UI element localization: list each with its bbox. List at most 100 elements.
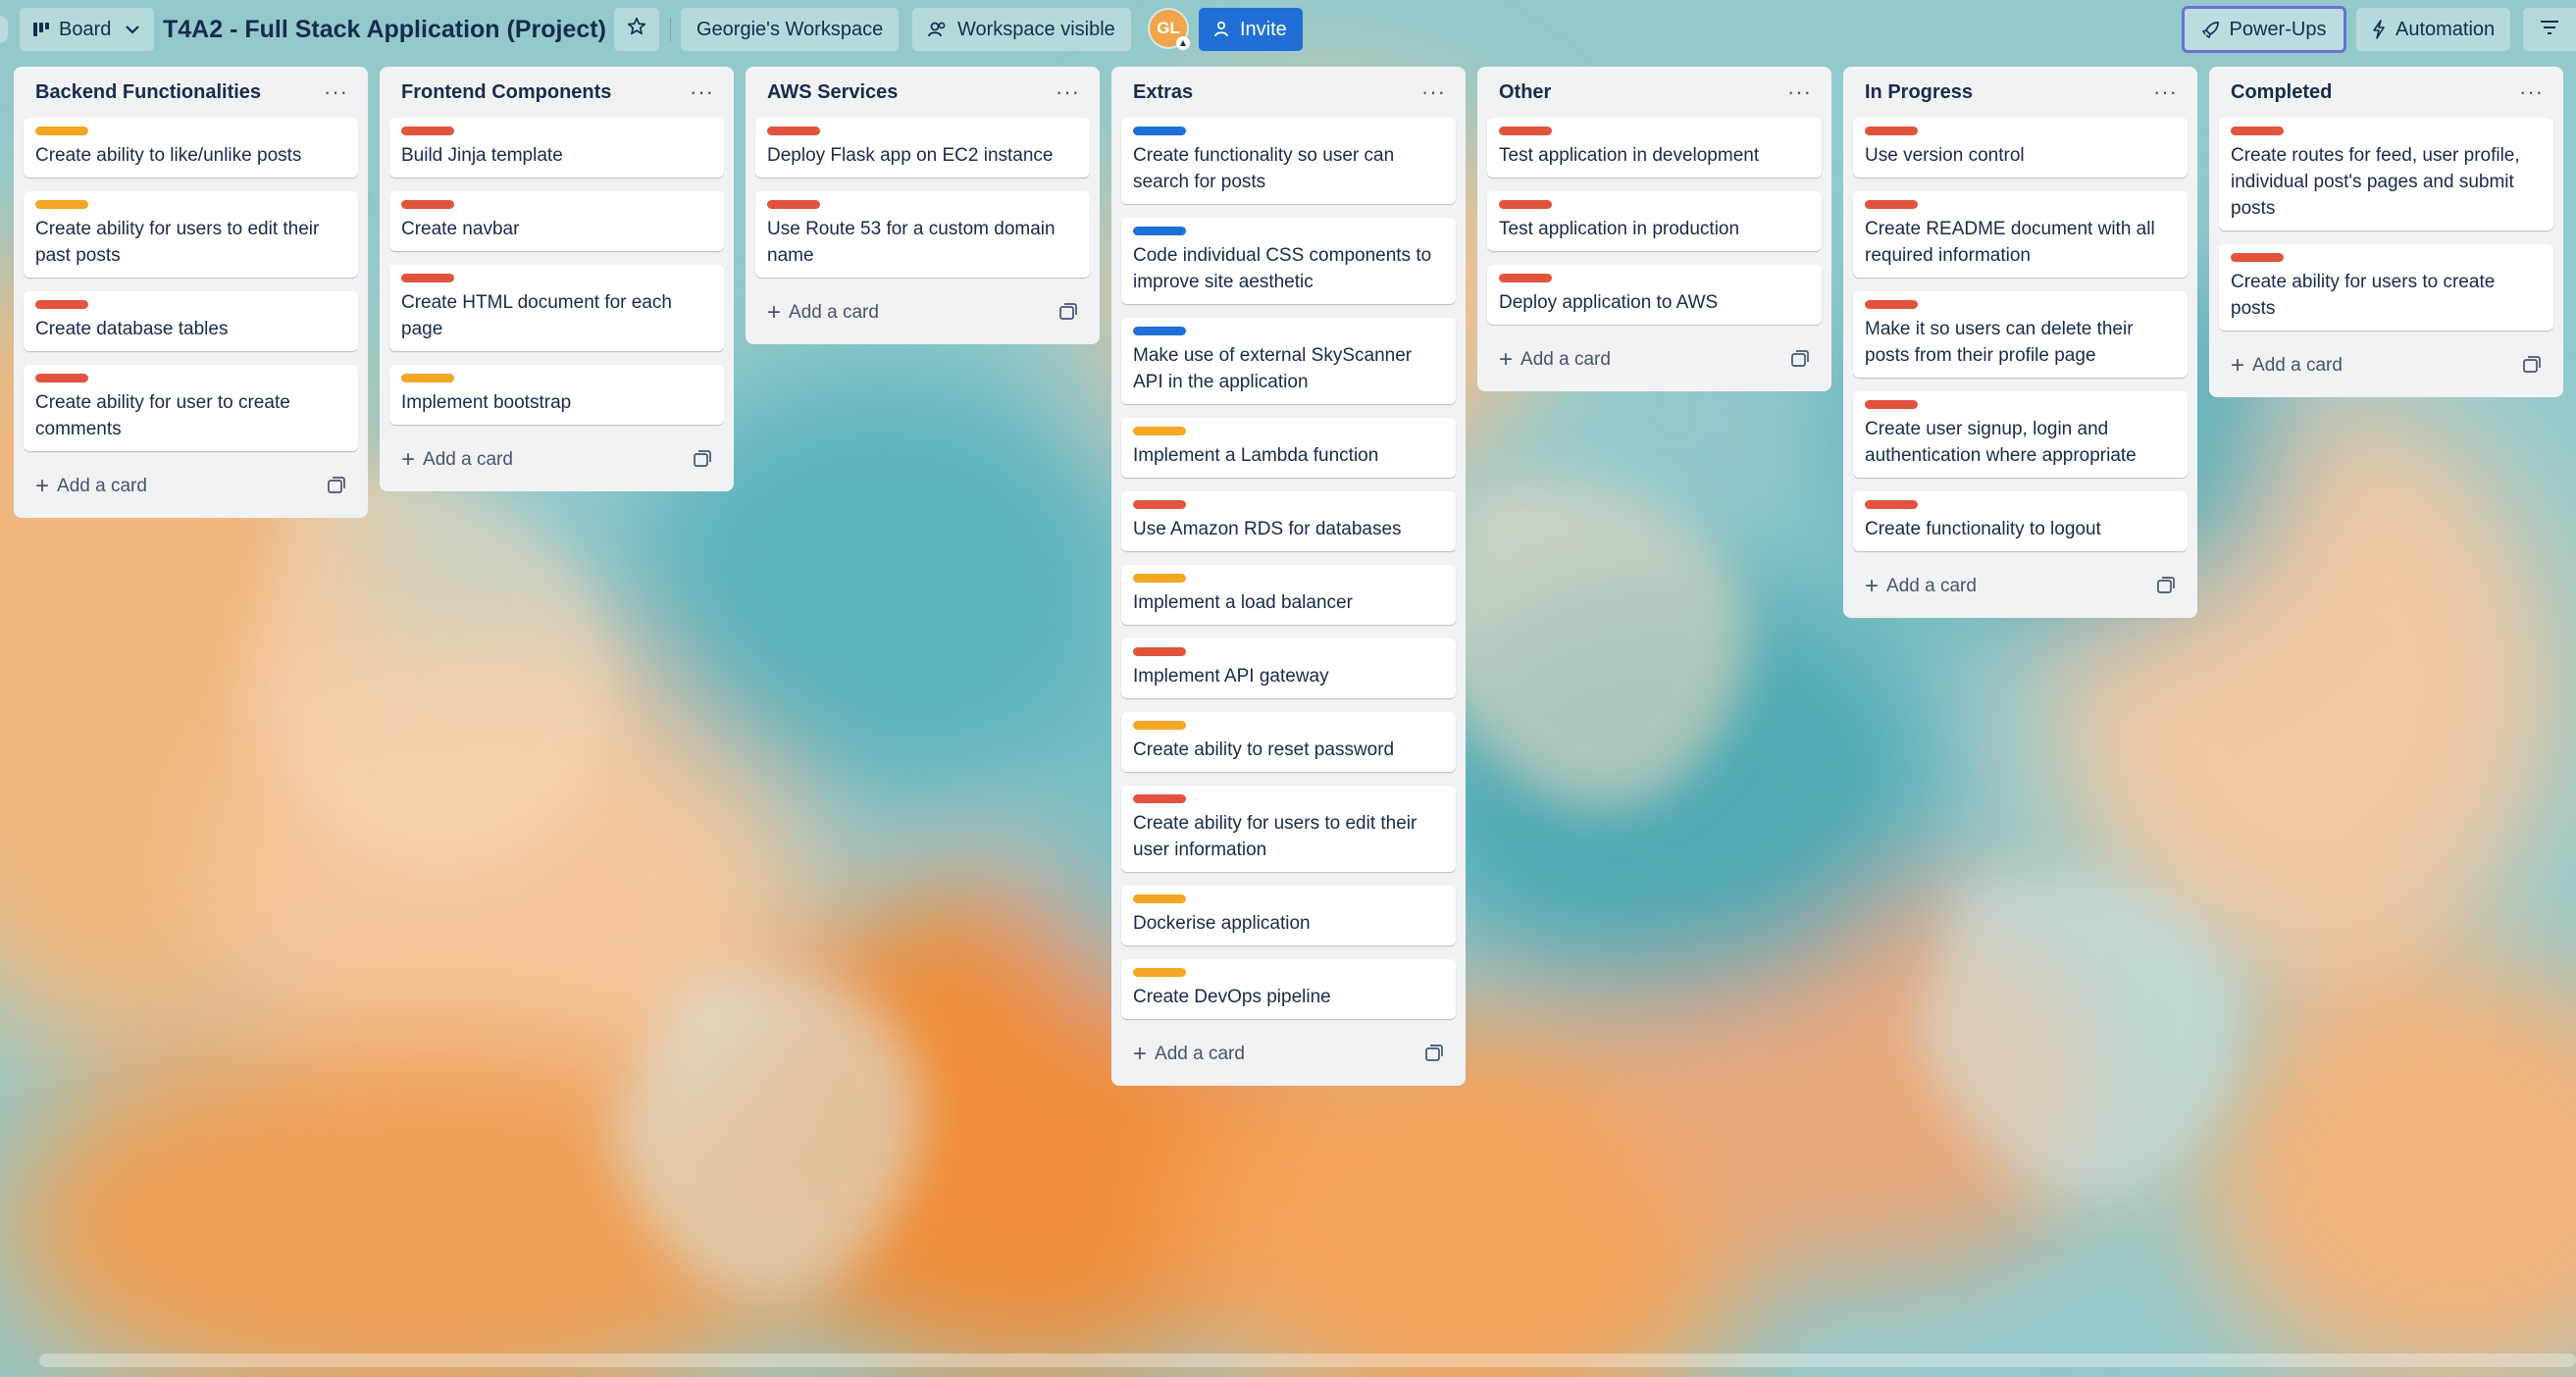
card[interactable]: Create database tables	[24, 291, 358, 351]
board-title[interactable]: T4A2 - Full Stack Application (Project)	[163, 10, 606, 49]
list-menu-icon[interactable]: ···	[684, 79, 720, 105]
card[interactable]: Use Amazon RDS for databases	[1121, 491, 1456, 551]
list-title[interactable]: Backend Functionalities	[35, 81, 261, 104]
card-label[interactable]	[1133, 127, 1186, 135]
list-menu-icon[interactable]: ···	[318, 79, 354, 105]
card[interactable]: Use version control	[1853, 118, 2188, 178]
list-menu-icon[interactable]: ···	[1416, 79, 1452, 105]
card-label[interactable]	[401, 200, 454, 209]
card-template-icon[interactable]	[1790, 349, 1812, 371]
card[interactable]: Create navbar	[389, 191, 724, 251]
card-label[interactable]	[1133, 721, 1186, 730]
card-template-icon[interactable]	[327, 476, 348, 497]
card[interactable]: Create user signup, login and authentica…	[1853, 391, 2188, 478]
card-template-icon[interactable]	[1058, 302, 1080, 324]
card[interactable]: Deploy Flask app on EC2 instance	[755, 118, 1090, 178]
card-label[interactable]	[1865, 500, 1918, 509]
card[interactable]: Create ability to like/unlike posts	[24, 118, 358, 178]
card[interactable]: Create ability for user to create commen…	[24, 365, 358, 451]
card[interactable]: Implement API gateway	[1121, 638, 1456, 698]
card-label[interactable]	[401, 274, 454, 282]
card-label[interactable]	[2231, 253, 2284, 262]
card[interactable]: Create HTML document for each page	[389, 265, 724, 351]
avatar[interactable]: GL	[1150, 10, 1190, 50]
add-card-button[interactable]: + Add a card	[1865, 575, 1977, 598]
card-template-icon[interactable]	[2156, 576, 2178, 597]
filter-button[interactable]	[2523, 8, 2576, 51]
add-card-button[interactable]: + Add a card	[1499, 348, 1611, 372]
card-label[interactable]	[1499, 274, 1552, 282]
card-label[interactable]	[1133, 894, 1186, 903]
card-label[interactable]	[1133, 647, 1186, 656]
sidebar-toggle[interactable]	[0, 16, 8, 43]
card-label[interactable]	[1133, 227, 1186, 235]
card[interactable]: Implement a load balancer	[1121, 565, 1456, 625]
card-label[interactable]	[1133, 427, 1186, 435]
card[interactable]: Create functionality to logout	[1853, 491, 2188, 551]
card-label[interactable]	[35, 200, 88, 209]
card[interactable]: Implement a Lambda function	[1121, 418, 1456, 478]
card[interactable]: Create ability for users to edit their p…	[24, 191, 358, 278]
list-title[interactable]: Frontend Components	[401, 81, 611, 104]
card[interactable]: Build Jinja template	[389, 118, 724, 178]
card-label[interactable]	[2231, 127, 2284, 135]
card-label[interactable]	[35, 300, 88, 309]
card[interactable]: Create ability to reset password	[1121, 712, 1456, 772]
list-title[interactable]: Extras	[1133, 81, 1193, 104]
visibility-button[interactable]: Workspace visible	[912, 8, 1131, 51]
card-label[interactable]	[767, 200, 820, 209]
card-label[interactable]	[1499, 200, 1552, 209]
power-ups-button[interactable]: Power-Ups	[2182, 6, 2346, 53]
card[interactable]: Create functionality so user can search …	[1121, 118, 1456, 204]
add-card-button[interactable]: + Add a card	[401, 448, 513, 472]
card[interactable]: Make it so users can delete their posts …	[1853, 291, 2188, 378]
card-label[interactable]	[35, 374, 88, 382]
card[interactable]: Create DevOps pipeline	[1121, 959, 1456, 1019]
card[interactable]: Create ability for users to edit their u…	[1121, 786, 1456, 872]
card-label[interactable]	[1865, 400, 1918, 409]
card[interactable]: Code individual CSS components to improv…	[1121, 218, 1456, 304]
workspace-button[interactable]: Georgie's Workspace	[681, 8, 900, 51]
card-label[interactable]	[1865, 200, 1918, 209]
card-template-icon[interactable]	[693, 449, 714, 471]
card-template-icon[interactable]	[1424, 1044, 1446, 1065]
card[interactable]: Test application in development	[1487, 118, 1822, 178]
card[interactable]: Implement bootstrap	[389, 365, 724, 425]
card-label[interactable]	[401, 127, 454, 135]
card-label[interactable]	[767, 127, 820, 135]
card-label[interactable]	[1133, 327, 1186, 335]
card[interactable]: Use Route 53 for a custom domain name	[755, 191, 1090, 278]
card-label[interactable]	[1133, 794, 1186, 803]
card-label[interactable]	[1133, 500, 1186, 509]
card-label[interactable]	[35, 127, 88, 135]
add-card-button[interactable]: + Add a card	[767, 301, 879, 325]
add-card-button[interactable]: + Add a card	[2231, 354, 2343, 378]
add-card-button[interactable]: + Add a card	[1133, 1043, 1245, 1066]
list-menu-icon[interactable]: ···	[1050, 79, 1086, 105]
card-label[interactable]	[1133, 968, 1186, 977]
list-title[interactable]: In Progress	[1865, 81, 1973, 104]
list-menu-icon[interactable]: ···	[2513, 79, 2550, 105]
card-label[interactable]	[401, 374, 454, 382]
list-title[interactable]: AWS Services	[767, 81, 898, 104]
card-label[interactable]	[1865, 300, 1918, 309]
automation-button[interactable]: Automation	[2356, 8, 2511, 51]
card[interactable]: Create README document with all required…	[1853, 191, 2188, 278]
card-template-icon[interactable]	[2522, 355, 2544, 377]
add-card-button[interactable]: + Add a card	[35, 475, 147, 498]
card[interactable]: Create ability for users to create posts	[2219, 244, 2553, 331]
list-title[interactable]: Other	[1499, 81, 1551, 104]
card[interactable]: Make use of external SkyScanner API in t…	[1121, 318, 1456, 404]
horizontal-scrollbar[interactable]	[39, 1353, 2576, 1367]
card[interactable]: Deploy application to AWS	[1487, 265, 1822, 325]
list-menu-icon[interactable]: ···	[1781, 79, 1818, 105]
card-label[interactable]	[1499, 127, 1552, 135]
invite-button[interactable]: Invite	[1199, 8, 1303, 51]
card-label[interactable]	[1865, 127, 1918, 135]
board-view-switcher[interactable]: Board	[20, 8, 155, 51]
card[interactable]: Test application in production	[1487, 191, 1822, 251]
card-label[interactable]	[1133, 574, 1186, 583]
card[interactable]: Dockerise application	[1121, 886, 1456, 945]
list-menu-icon[interactable]: ···	[2147, 79, 2184, 105]
star-button[interactable]	[614, 8, 659, 51]
